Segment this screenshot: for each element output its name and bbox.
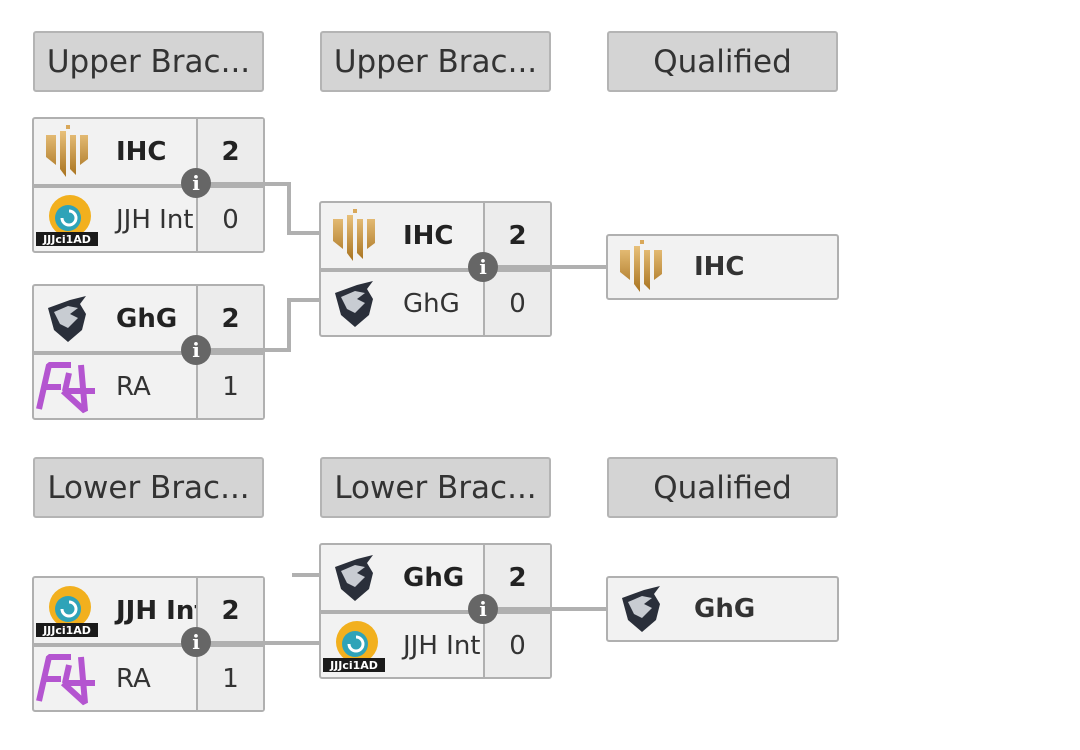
info-icon[interactable]: i <box>181 168 211 198</box>
team-name: IHC <box>116 136 167 167</box>
ra-logo-icon <box>34 359 100 415</box>
info-icon[interactable]: i <box>468 594 498 624</box>
info-icon[interactable]: i <box>468 252 498 282</box>
team-cell: IHC <box>321 203 485 268</box>
team-cell: GhG <box>321 545 485 610</box>
team-row[interactable]: RA 1 <box>34 643 263 710</box>
ihc-logo-icon <box>608 239 674 295</box>
team-score: 0 <box>485 272 550 335</box>
ihc-logo-icon <box>34 124 100 180</box>
team-cell: RA <box>34 647 198 710</box>
jjh-logo-icon: JJJci1AD <box>34 583 100 639</box>
team-row[interactable]: GhG 0 <box>321 268 550 335</box>
team-name: JJH Int <box>403 630 481 661</box>
team-row[interactable]: JJJci1AD JJH Int 0 <box>321 610 550 677</box>
team-cell: JJJci1AD JJH Int <box>34 578 198 643</box>
jjh-logo-icon: JJJci1AD <box>321 618 387 674</box>
connector-line <box>292 573 320 577</box>
team-score: 0 <box>198 188 263 251</box>
connector-line <box>287 298 320 302</box>
match-ub-r2[interactable]: IHC 2 GhG 0 <box>319 201 552 337</box>
match-ub-r1-m2[interactable]: GhG 2 RA 1 <box>32 284 265 420</box>
team-cell: JJJci1AD JJH Int <box>321 614 485 677</box>
team-cell: GhG <box>321 272 485 335</box>
team-name: RA <box>116 663 151 694</box>
connector-line <box>196 641 320 645</box>
ra-logo-icon <box>34 651 100 707</box>
team-row[interactable]: GhG 2 <box>321 545 550 610</box>
team-name: GhG <box>403 562 465 593</box>
team-name: JJH Int <box>116 595 198 626</box>
ghg-logo-icon <box>321 550 387 606</box>
team-cell: JJJci1AD JJH Int <box>34 188 198 251</box>
team-score: 1 <box>198 355 263 418</box>
qualified-team[interactable]: IHC <box>606 234 839 300</box>
qualified-team[interactable]: GhG <box>606 576 839 642</box>
team-row[interactable]: IHC 2 <box>34 119 263 184</box>
ghg-logo-icon <box>608 581 674 637</box>
round-header: Upper Brac... <box>320 31 551 92</box>
round-header: Lower Brac... <box>33 457 264 518</box>
team-score: 1 <box>198 647 263 710</box>
jjh-logo-icon: JJJci1AD <box>34 192 100 248</box>
team-row[interactable]: GhG 2 <box>34 286 263 351</box>
team-score: 0 <box>485 614 550 677</box>
team-name: IHC <box>694 252 745 282</box>
team-row[interactable]: IHC 2 <box>321 203 550 268</box>
team-name: RA <box>116 371 151 402</box>
svg-text:JJJci1AD: JJJci1AD <box>329 659 378 672</box>
team-name: GhG <box>694 594 756 624</box>
team-name: JJH Int <box>116 204 194 235</box>
round-header: Qualified <box>607 457 838 518</box>
connector-line <box>287 298 291 352</box>
connector-line <box>287 231 320 235</box>
team-row[interactable]: JJJci1AD JJH Int 2 <box>34 578 263 643</box>
svg-text:JJJci1AD: JJJci1AD <box>42 624 91 637</box>
ghg-logo-icon <box>321 276 387 332</box>
team-name: IHC <box>403 220 454 251</box>
match-lb-r2[interactable]: GhG 2 JJJci1AD JJH Int 0 <box>319 543 552 679</box>
connector-line <box>482 607 607 611</box>
team-cell: RA <box>34 355 198 418</box>
team-row[interactable]: JJJci1AD JJH Int 0 <box>34 184 263 251</box>
info-icon[interactable]: i <box>181 335 211 365</box>
ghg-logo-icon <box>34 291 100 347</box>
ihc-logo-icon <box>321 208 387 264</box>
round-header: Qualified <box>607 31 838 92</box>
connector-line <box>287 182 291 235</box>
team-row[interactable]: RA 1 <box>34 351 263 418</box>
team-name: GhG <box>403 288 460 319</box>
round-header: Upper Brac... <box>33 31 264 92</box>
team-cell: GhG <box>34 286 198 351</box>
team-cell: IHC <box>34 119 198 184</box>
team-name: GhG <box>116 303 178 334</box>
svg-text:JJJci1AD: JJJci1AD <box>42 233 91 246</box>
round-header: Lower Brac... <box>320 457 551 518</box>
info-icon[interactable]: i <box>181 627 211 657</box>
connector-line <box>482 265 607 269</box>
